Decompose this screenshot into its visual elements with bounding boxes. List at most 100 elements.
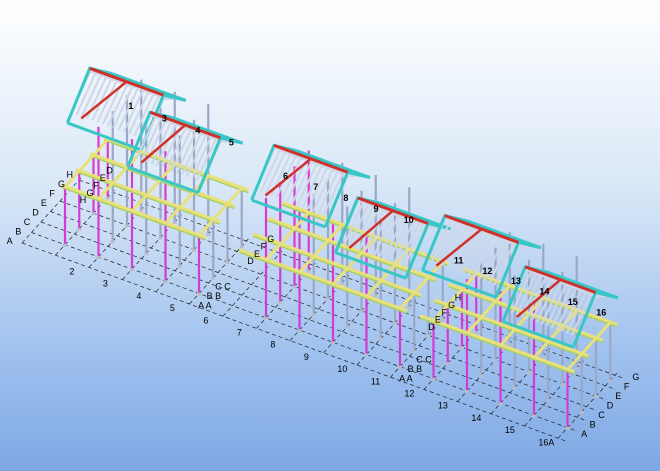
- column-base-plate: [125, 224, 129, 228]
- inner-grid-letter: E: [254, 249, 260, 259]
- column-base-plate: [158, 236, 163, 240]
- roof-grid-number: 12: [482, 266, 492, 276]
- grid-letter-label: C: [24, 217, 31, 227]
- inner-grid-letter: F: [261, 241, 267, 251]
- column-base-plate: [278, 301, 283, 305]
- roof-grid-number: 7: [313, 182, 318, 192]
- grid-number-label: 11: [371, 376, 380, 386]
- column-base-plate: [465, 390, 469, 394]
- roof-grid-number: 3: [162, 113, 167, 123]
- roof-purlin: [286, 159, 325, 202]
- column-base-plate: [206, 233, 211, 237]
- column-base-plate: [105, 196, 110, 200]
- inner-grid-letter: F: [93, 180, 99, 190]
- grid-number-label: 4: [136, 291, 141, 301]
- column-base-plate: [239, 245, 244, 249]
- column-base-plate: [512, 386, 517, 390]
- inner-grid-letter: D: [106, 166, 113, 176]
- grid-pair-label: A A: [399, 374, 413, 384]
- column-base-plate: [527, 370, 531, 374]
- roof-eave: [547, 270, 619, 300]
- roof-eave: [111, 72, 187, 102]
- roof-grid-number: 13: [511, 276, 521, 286]
- column-base-plate: [398, 365, 402, 369]
- column-base-plate: [306, 269, 311, 273]
- column-base-plate: [507, 342, 512, 346]
- model-viewport[interactable]: 2 3 4 5 6 7 8 9 10 11 12 13 14 15 16A A B C D E F G H G F E D C B A C …: [0, 0, 660, 471]
- column-base-plate: [130, 268, 134, 272]
- column-base-plate: [96, 255, 101, 259]
- column-base-plate: [311, 313, 316, 317]
- column-base-plate: [378, 337, 383, 341]
- roof-ridge: [444, 214, 520, 244]
- inner-grid-letter: E: [435, 315, 441, 325]
- roof-eave: [466, 219, 542, 250]
- column-base-plate: [546, 398, 551, 402]
- column-base-plate: [139, 208, 144, 212]
- column-base-plate: [594, 395, 598, 399]
- column-base-plate: [63, 243, 67, 247]
- column-base-plate: [560, 383, 565, 386]
- inner-grid-letter: F: [442, 307, 448, 317]
- grid-number-label: 16A: [538, 437, 554, 447]
- column-base-plate: [297, 329, 302, 333]
- grid-letter-label: D: [32, 207, 39, 217]
- roof-grid-number: 4: [195, 126, 200, 136]
- column-base-plate: [373, 294, 378, 298]
- grid-letter-label: B: [590, 419, 596, 429]
- roof-grid-number: 14: [539, 287, 549, 297]
- column-base-plate: [608, 379, 613, 383]
- column-base-plate: [460, 346, 464, 350]
- column-base-plate: [331, 341, 335, 345]
- grid-number-label: 10: [337, 364, 347, 374]
- column-base-plate: [532, 414, 536, 418]
- roof-grid-number: 6: [283, 171, 288, 181]
- column-base-plate: [445, 362, 450, 366]
- column-base-plate: [77, 227, 82, 231]
- grid-letter-label: C: [598, 410, 605, 420]
- column-base-plate: [340, 281, 345, 285]
- grid-letter-label: A: [581, 429, 587, 439]
- column-base-plate: [163, 280, 168, 284]
- column-base-plate: [393, 322, 397, 325]
- grid-letter-label: B: [15, 226, 21, 236]
- grid-letter-label: G: [632, 372, 639, 382]
- roof-grid-number: 1: [128, 101, 133, 111]
- grid-number-label: 9: [304, 352, 309, 362]
- grid-number-label: 5: [170, 303, 175, 313]
- grid-number-label: 3: [103, 279, 108, 289]
- column-base-plate: [292, 285, 297, 289]
- column-base-plate: [359, 309, 364, 313]
- floor-beam-edge: [419, 317, 575, 375]
- column-base-plate: [474, 330, 479, 334]
- column-base-plate: [144, 252, 149, 256]
- column-base-plate: [498, 402, 503, 406]
- column-base-plate: [412, 349, 417, 353]
- grid-letter-label: D: [607, 400, 614, 410]
- roof-grid-number: 8: [343, 193, 348, 203]
- column-base-plate: [407, 306, 412, 310]
- column-base-plate: [565, 426, 570, 430]
- column-base-plate: [177, 264, 182, 268]
- column-base-plate: [493, 358, 498, 362]
- column-base-plate: [192, 248, 196, 252]
- grid-letter-label: F: [49, 189, 55, 199]
- roof-grid-number: 16: [596, 307, 606, 317]
- structure-3d-view[interactable]: 2345678910111213141516AABCDEFGHGFEDCBAC …: [0, 0, 660, 471]
- column-base-plate: [574, 367, 579, 371]
- roof-grid-number: 5: [229, 138, 234, 148]
- roof-grid-number: 15: [568, 297, 578, 307]
- grid-number-label: 6: [203, 315, 208, 325]
- column-base-plate: [364, 353, 369, 357]
- column-base-plate: [479, 374, 484, 378]
- inner-grid-letter: H: [455, 293, 462, 303]
- inner-grid-letter: G: [267, 234, 274, 244]
- grid-number-label: 2: [69, 266, 74, 276]
- roof-purlin: [70, 70, 109, 114]
- column-base-plate: [211, 276, 216, 280]
- grid-number-label: 8: [270, 340, 275, 350]
- column-base-plate: [197, 292, 201, 296]
- grid-number-label: 14: [471, 413, 481, 423]
- column-base-plate: [91, 212, 96, 216]
- grid-number-label: 7: [237, 327, 242, 337]
